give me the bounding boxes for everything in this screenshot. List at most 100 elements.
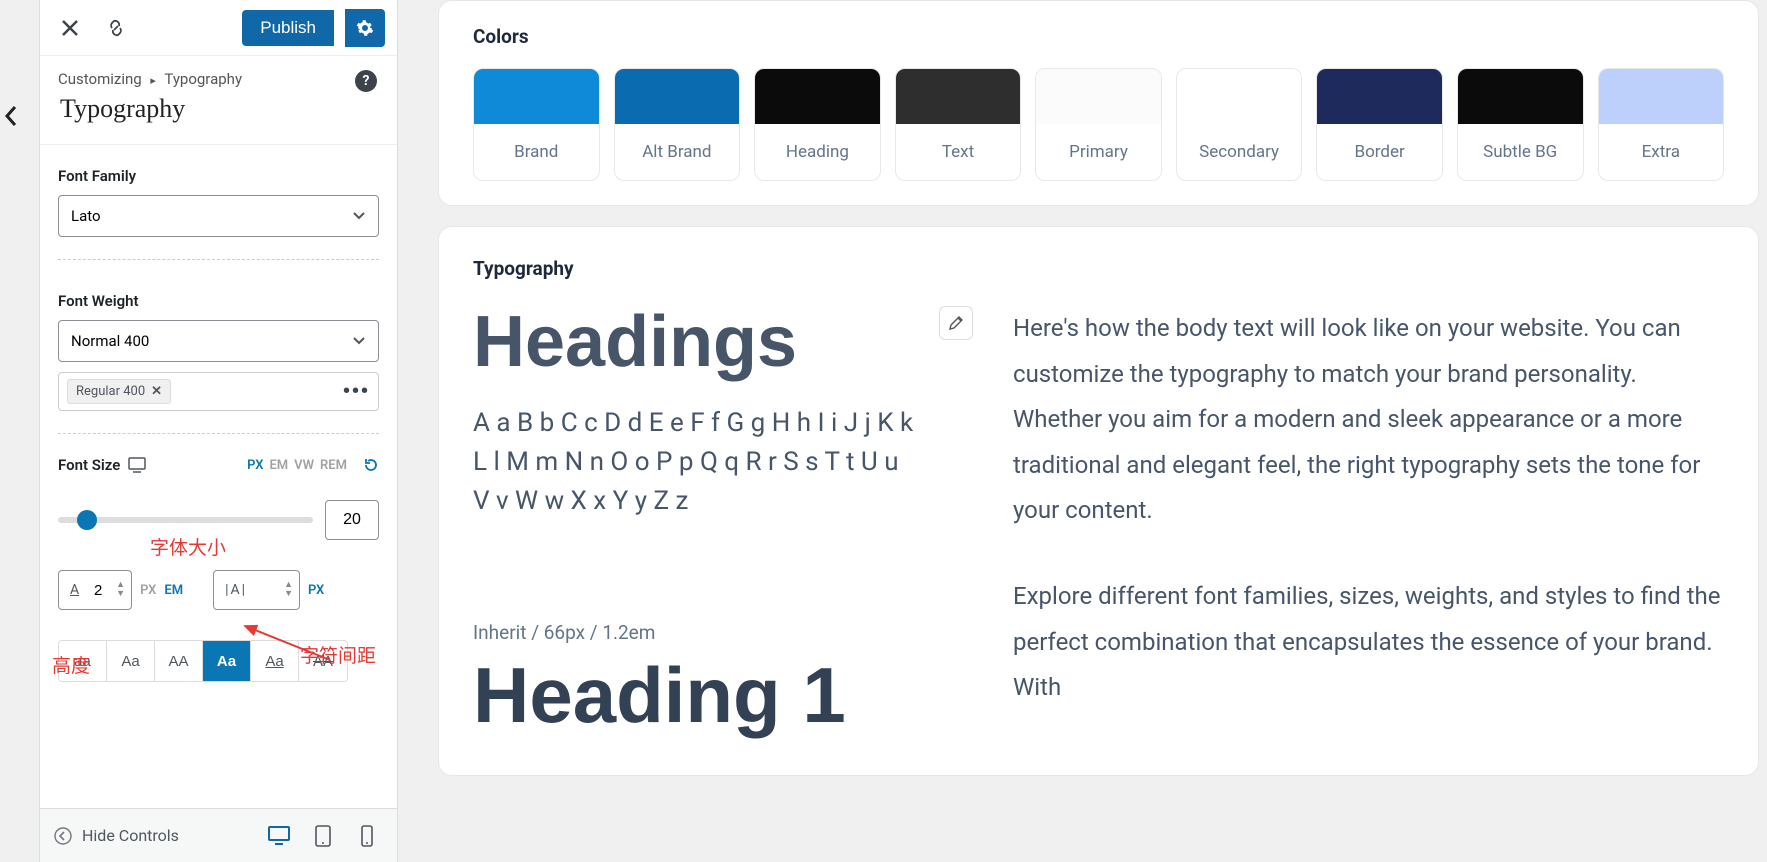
hide-controls-button[interactable]: Hide Controls bbox=[54, 826, 179, 845]
separator bbox=[58, 259, 379, 260]
color-swatch[interactable]: Subtle BG bbox=[1457, 68, 1584, 181]
swatch-label: Primary bbox=[1036, 124, 1161, 180]
swatch-row: Brand Alt Brand Heading Text Primary Secondar… bbox=[473, 68, 1724, 181]
chevron-left-circle-icon bbox=[54, 827, 72, 845]
font-size-slider[interactable] bbox=[58, 517, 313, 523]
swatch-label: Alt Brand bbox=[615, 124, 740, 180]
lh-unit-px[interactable]: PX bbox=[140, 583, 156, 598]
unit-em[interactable]: EM bbox=[269, 458, 288, 473]
color-swatch[interactable]: Alt Brand bbox=[614, 68, 741, 181]
breadcrumb-parent[interactable]: Typography bbox=[164, 70, 242, 88]
preview-pane: Colors Brand Alt Brand Heading Text Primary S… bbox=[398, 0, 1767, 862]
chevron-down-icon bbox=[352, 211, 366, 221]
font-size-slider-row bbox=[58, 500, 379, 540]
alphabet-line-1: A a B b C c D d E e F f G g H h I i J j … bbox=[473, 404, 973, 443]
color-swatch[interactable]: Brand bbox=[473, 68, 600, 181]
transform-uppercase[interactable]: AA bbox=[155, 641, 203, 681]
close-button[interactable] bbox=[52, 10, 88, 46]
publish-settings-button[interactable] bbox=[345, 9, 385, 47]
gear-icon bbox=[356, 19, 374, 37]
desktop-icon[interactable] bbox=[128, 457, 146, 473]
device-switcher bbox=[263, 820, 383, 852]
color-swatch[interactable]: Text bbox=[895, 68, 1022, 181]
help-button[interactable]: ? bbox=[355, 70, 377, 92]
line-height-row: A ▲▼ PX EM |A| ▲▼ PX bbox=[58, 570, 379, 610]
swatch-color bbox=[1036, 69, 1161, 124]
back-button[interactable] bbox=[4, 100, 36, 132]
typography-title: Typography bbox=[473, 257, 1724, 280]
link-icon bbox=[106, 18, 126, 38]
line-height-icon: A bbox=[65, 582, 84, 598]
typography-sample-right: Here's how the body text will look like … bbox=[1013, 306, 1724, 751]
transform-lowercase[interactable]: aa bbox=[59, 641, 107, 681]
swatch-color bbox=[615, 69, 740, 124]
swatch-label: Heading bbox=[755, 124, 880, 180]
decoration-strike[interactable]: AA bbox=[299, 641, 347, 681]
swatch-label: Secondary bbox=[1177, 124, 1302, 180]
heading-meta: Inherit / 66px / 1.2em bbox=[473, 621, 973, 644]
letter-spacing-icon: |A| bbox=[220, 582, 252, 598]
alphabet-line-2: L l M m N n O o P p Q q R r S s T t U u bbox=[473, 443, 973, 482]
device-mobile[interactable] bbox=[351, 820, 383, 852]
body-paragraph-2: Explore different font families, sizes, … bbox=[1013, 574, 1724, 711]
letter-spacing-input-wrap: |A| ▲▼ bbox=[213, 570, 300, 610]
color-swatch[interactable]: Secondary bbox=[1176, 68, 1303, 181]
body-paragraph-1: Here's how the body text will look like … bbox=[1013, 306, 1724, 534]
edit-headings-button[interactable] bbox=[939, 306, 973, 340]
device-tablet[interactable] bbox=[307, 820, 339, 852]
font-size-header: Font Size PX EM VW REM bbox=[58, 456, 379, 474]
section-title: Typography bbox=[40, 94, 397, 140]
ls-unit-px[interactable]: PX bbox=[308, 583, 324, 598]
swatch-color bbox=[1177, 69, 1302, 124]
color-swatch[interactable]: Extra bbox=[1598, 68, 1725, 181]
font-size-input[interactable] bbox=[325, 500, 379, 540]
reset-font-size-button[interactable] bbox=[363, 457, 379, 473]
chevron-right-icon: ▸ bbox=[150, 74, 156, 87]
breadcrumb-root: Customizing bbox=[58, 70, 142, 88]
unit-vw[interactable]: VW bbox=[294, 458, 314, 473]
more-variants-button[interactable]: ••• bbox=[343, 380, 370, 403]
font-family-label: Font Family bbox=[58, 167, 136, 185]
decoration-underline[interactable]: Aa bbox=[251, 641, 299, 681]
customizer-topbar: Publish bbox=[40, 0, 397, 56]
stepper[interactable]: ▲▼ bbox=[116, 581, 125, 599]
swatch-label: Text bbox=[896, 124, 1021, 180]
unit-px[interactable]: PX bbox=[247, 458, 263, 473]
device-desktop[interactable] bbox=[263, 820, 295, 852]
pencil-icon bbox=[948, 315, 964, 331]
color-swatch[interactable]: Border bbox=[1316, 68, 1443, 181]
swatch-label: Border bbox=[1317, 124, 1442, 180]
footer-bar: Hide Controls bbox=[40, 808, 397, 862]
swatch-label: Subtle BG bbox=[1458, 124, 1583, 180]
font-weight-label: Font Weight bbox=[58, 292, 139, 310]
chip-remove-icon[interactable]: ✕ bbox=[151, 384, 162, 399]
font-size-label: Font Size bbox=[58, 456, 120, 474]
link-button[interactable] bbox=[98, 10, 134, 46]
chevron-down-icon bbox=[352, 336, 366, 346]
controls-panel: Font Family Lato Font Weight Normal 400 … bbox=[40, 144, 397, 808]
colors-title: Colors bbox=[473, 25, 1724, 48]
transform-none[interactable]: Aa bbox=[203, 641, 251, 681]
font-weight-select[interactable]: Normal 400 bbox=[58, 320, 379, 362]
swatch-label: Brand bbox=[474, 124, 599, 180]
font-family-value: Lato bbox=[71, 207, 101, 225]
transform-capitalize[interactable]: Aa bbox=[107, 641, 155, 681]
typography-sample-left: Headings A a B b C c D d E e F f G g H h… bbox=[473, 306, 973, 751]
line-height-input[interactable] bbox=[84, 582, 112, 599]
publish-button[interactable]: Publish bbox=[242, 10, 334, 46]
swatch-color bbox=[474, 69, 599, 124]
letter-spacing-input[interactable] bbox=[252, 582, 280, 599]
color-swatch[interactable]: Heading bbox=[754, 68, 881, 181]
headings-sample-title: Headings bbox=[473, 306, 973, 378]
stepper[interactable]: ▲▼ bbox=[284, 581, 293, 599]
heading1-sample: Heading 1 bbox=[473, 656, 973, 734]
lh-unit-em[interactable]: EM bbox=[164, 583, 183, 598]
breadcrumb: Customizing ▸ Typography bbox=[58, 70, 242, 88]
text-transform-group: aa Aa AA Aa Aa AA bbox=[58, 640, 348, 682]
hide-controls-label: Hide Controls bbox=[82, 826, 179, 845]
font-weight-chip[interactable]: Regular 400 ✕ bbox=[67, 379, 171, 404]
unit-rem[interactable]: REM bbox=[320, 458, 347, 473]
breadcrumb-row: Customizing ▸ Typography ? bbox=[40, 56, 397, 94]
color-swatch[interactable]: Primary bbox=[1035, 68, 1162, 181]
font-family-select[interactable]: Lato bbox=[58, 195, 379, 237]
